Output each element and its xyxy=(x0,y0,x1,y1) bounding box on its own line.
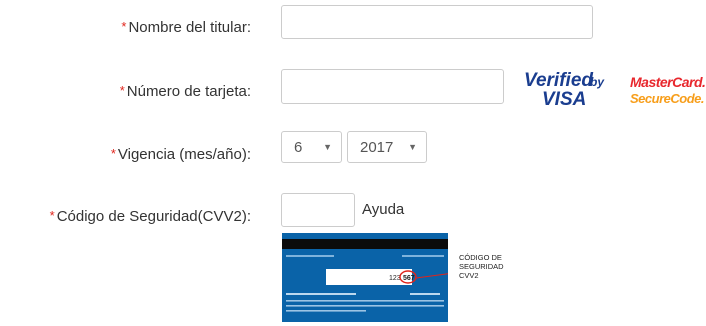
card-fine-print xyxy=(286,310,366,312)
cvv-caption: CÓDIGO DE SEGURIDAD CVV2 xyxy=(459,253,504,280)
required-mark: * xyxy=(121,19,127,34)
expiry-year-select[interactable]: 2017 ▼ xyxy=(347,131,427,163)
chevron-down-icon: ▼ xyxy=(323,142,332,152)
cvv-caption-line: CVV2 xyxy=(459,271,479,280)
expiry-month-value: 6 xyxy=(294,138,303,156)
card-fine-print xyxy=(286,300,444,302)
expiry-year-value: 2017 xyxy=(360,138,394,156)
chevron-down-icon: ▼ xyxy=(408,142,417,152)
holder-label-text: Nombre del titular: xyxy=(128,19,251,36)
card-fine-print xyxy=(402,255,444,257)
verified-text: Verified xyxy=(524,70,593,91)
mastercard-securecode-logo: MasterCard. SecureCode. xyxy=(630,74,706,106)
magnetic-stripe xyxy=(282,239,448,249)
mastercard-text: MasterCard. xyxy=(630,74,705,90)
card-fine-print xyxy=(286,293,356,295)
required-mark: * xyxy=(110,146,116,161)
expiry-month-select[interactable]: 6 ▼ xyxy=(281,131,342,163)
cvv-label: * Código de Seguridad(CVV2): xyxy=(50,208,251,225)
cvv-card-illustration: 123 567 xyxy=(282,233,448,322)
securecode-text: SecureCode. xyxy=(630,91,704,106)
card-number-label: * Número de tarjeta: xyxy=(120,83,251,100)
required-mark: * xyxy=(49,208,55,223)
cvv-input[interactable] xyxy=(281,193,355,227)
cvv-label-text: Código de Seguridad(CVV2): xyxy=(56,208,251,225)
expiry-label-text: Vigencia (mes/año): xyxy=(117,146,251,163)
card-fine-print xyxy=(410,293,440,295)
help-link[interactable]: Ayuda xyxy=(362,201,404,218)
card-fine-print xyxy=(286,255,334,257)
required-mark: * xyxy=(119,83,125,98)
card-number-input[interactable] xyxy=(281,69,504,104)
expiry-label: * Vigencia (mes/año): xyxy=(111,146,251,163)
cvv-caption-line: CÓDIGO DE xyxy=(459,253,502,262)
holder-name-input[interactable] xyxy=(281,5,593,39)
verified-by-text: by xyxy=(590,75,605,89)
card-number-label-text: Número de tarjeta: xyxy=(126,83,251,100)
holder-label: * Nombre del titular: xyxy=(121,19,251,36)
cvv-caption-line: SEGURIDAD xyxy=(459,262,504,271)
card-fine-print xyxy=(286,305,444,307)
visa-text: VISA xyxy=(542,89,586,109)
card-digits-plain: 123 xyxy=(389,275,401,282)
verified-by-visa-logo: Verified by VISA xyxy=(524,70,605,109)
